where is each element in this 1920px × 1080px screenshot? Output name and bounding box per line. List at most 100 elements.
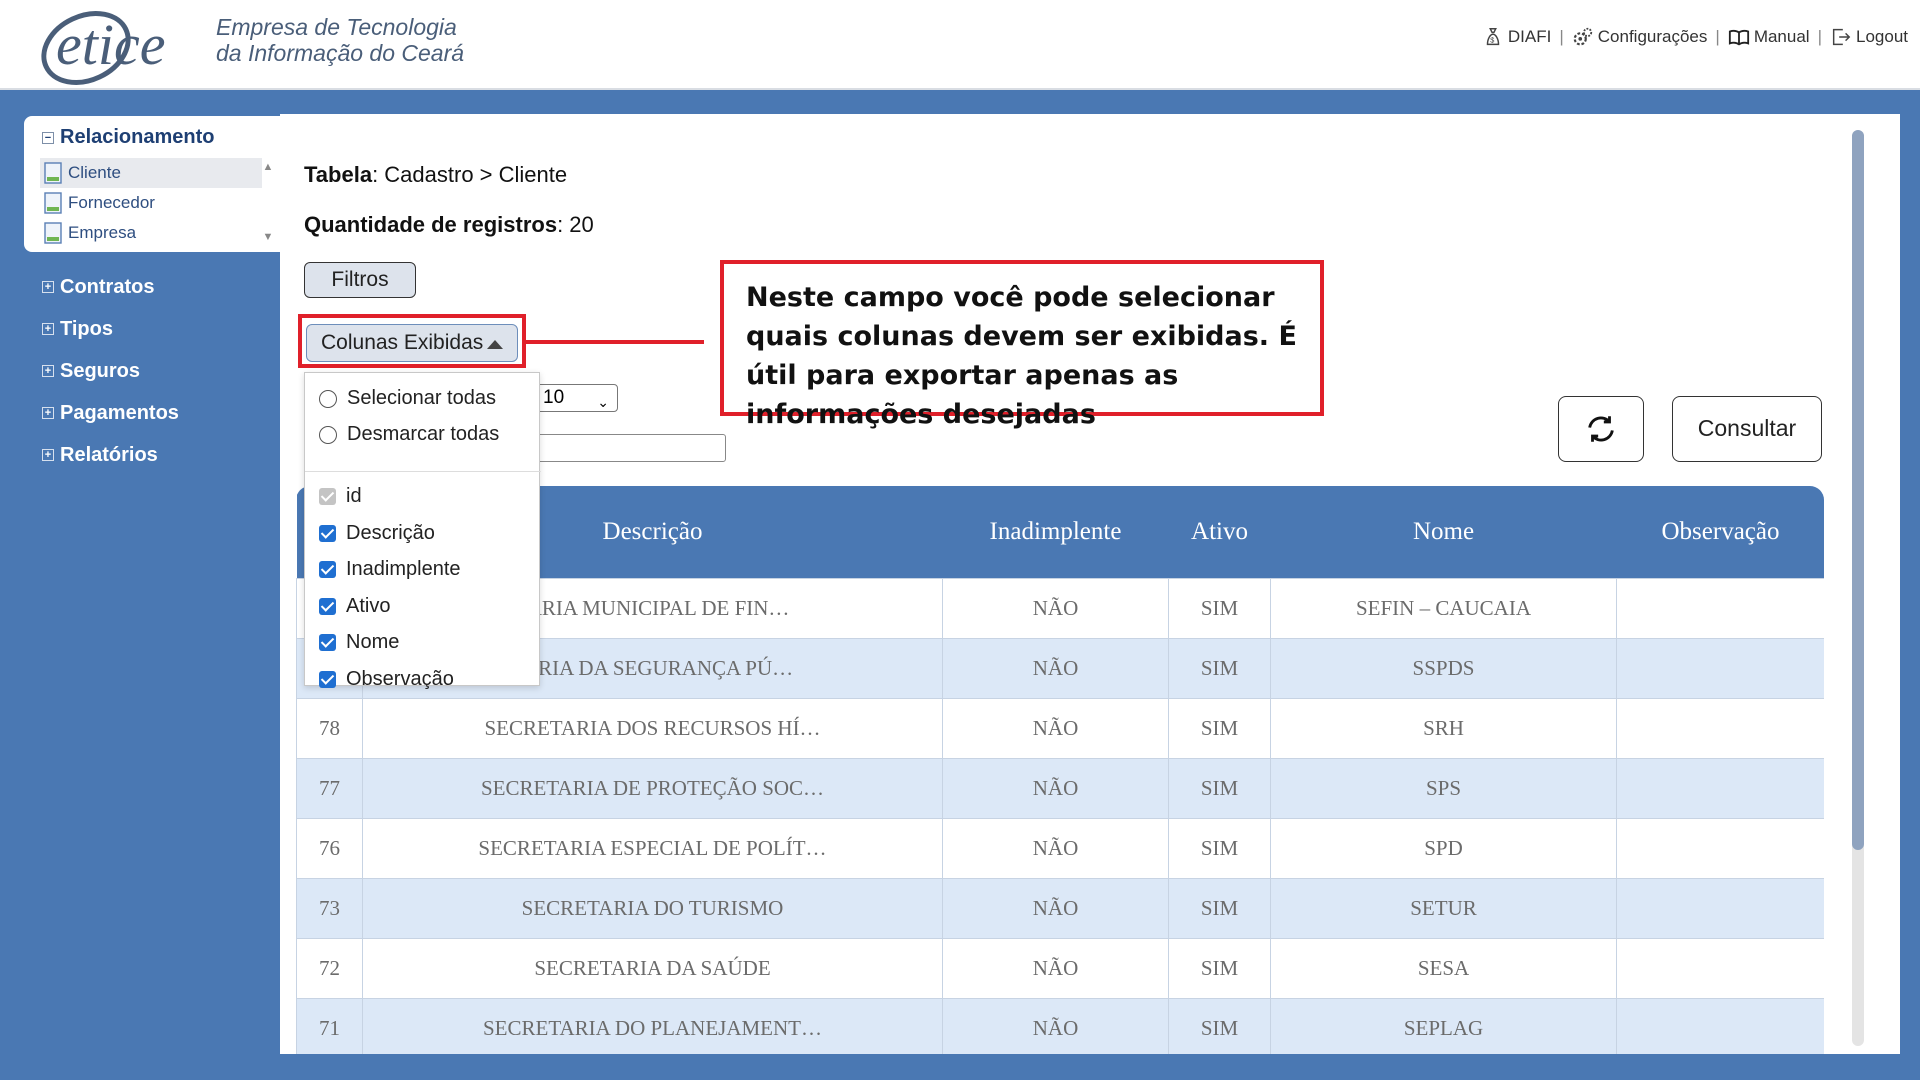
table-row[interactable]: 73 SECRETARIA DO TURISMO NÃO SIM SETUR [296,877,1824,939]
nav-logout-label: Logout [1856,27,1908,46]
cell-descricao: SECRETARIA DA SAÚDE [362,937,943,999]
column-checkbox-descricao[interactable] [319,525,336,542]
cell-descricao: SECRETARIA DO PLANEJAMENT… [362,997,943,1054]
nav-manual[interactable]: Manual [1722,26,1816,48]
expand-icon[interactable]: + [42,365,54,377]
column-option-descricao[interactable]: Descrição [319,522,435,545]
nav-logout[interactable]: Logout [1824,26,1914,48]
cell-descricao: SECRETARIA DE PROTEÇÃO SOC… [362,757,943,819]
select-all-label: Selecionar todas [347,387,496,409]
sidebar-group-title[interactable]: − Relacionamento [42,126,214,149]
header-observacao[interactable]: Observação [1616,486,1824,578]
expand-icon[interactable]: + [42,281,54,293]
deselect-all-option[interactable]: Desmarcar todas [319,423,499,446]
select-all-option[interactable]: Selecionar todas [319,387,496,410]
scroll-down-icon[interactable]: ▼ [260,230,276,244]
page-scrollbar-thumb[interactable] [1852,130,1864,850]
expand-icon[interactable]: + [42,407,54,419]
column-checkbox-ativo[interactable] [319,598,336,615]
table-path: : Cadastro > Cliente [372,162,568,187]
sidebar-item-fornecedor[interactable]: Fornecedor [40,188,262,218]
consult-button[interactable]: Consultar [1672,396,1822,462]
cell-inadimplente: NÃO [942,877,1169,939]
header-inadimplente[interactable]: Inadimplente [942,486,1169,578]
logout-icon [1832,28,1851,46]
chevron-down-icon: ⌄ [597,394,609,410]
document-icon [44,192,62,214]
sidebar-group-relacionamento: − Relacionamento Cliente Fornecedor Empr… [24,116,280,252]
column-option-label: Nome [346,631,400,653]
logo-word: etice [56,12,165,77]
cell-id: 77 [296,757,363,819]
sidebar-item-label: Fornecedor [68,193,155,212]
deselect-all-radio[interactable] [319,425,337,444]
sidebar-item-tipos[interactable]: + Tipos [42,308,179,350]
company-line-1: Empresa de Tecnologia [216,14,457,40]
column-checkbox-id [319,488,336,505]
sidebar-item-cliente[interactable]: Cliente [40,158,262,188]
caret-up-icon [487,340,503,349]
page-size-value: 10 [543,387,565,408]
sidebar-sublist-scrollbar[interactable]: ▲ ▼ [260,160,276,244]
nav-configuracoes[interactable]: Configurações [1566,26,1714,48]
cell-id: 78 [296,697,363,759]
header-nome[interactable]: Nome [1270,486,1617,578]
expand-icon[interactable]: + [42,449,54,461]
cell-descricao: SECRETARIA DOS RECURSOS HÍ… [362,697,943,759]
cell-ativo: SIM [1168,817,1271,879]
company-name: Empresa de Tecnologia da Informação do C… [216,14,464,66]
page-scrollbar[interactable] [1852,130,1864,1046]
app-header: etice Empresa de Tecnologia da Informaçã… [0,0,1920,90]
table-info: Tabela: Cadastro > Cliente [304,162,567,188]
table-row[interactable]: 71 SECRETARIA DO PLANEJAMENT… NÃO SIM SE… [296,997,1824,1054]
column-option-label: Inadimplente [346,558,461,580]
column-checkbox-observacao[interactable] [319,671,336,688]
column-option-inadimplente[interactable]: Inadimplente [319,558,461,581]
filters-button[interactable]: Filtros [304,262,416,298]
cell-nome: SRH [1270,697,1617,759]
cell-nome: SETUR [1270,877,1617,939]
column-option-ativo[interactable]: Ativo [319,595,390,618]
nav-manual-label: Manual [1753,27,1810,46]
column-checkbox-nome[interactable] [319,634,336,651]
table-row[interactable]: 78 SECRETARIA DOS RECURSOS HÍ… NÃO SIM S… [296,697,1824,759]
cell-inadimplente: NÃO [942,757,1169,819]
cell-inadimplente: NÃO [942,997,1169,1054]
scroll-up-icon[interactable]: ▲ [260,160,276,174]
callout-annotation: Neste campo você pode selecionar quais c… [720,260,1324,430]
sidebar-item-pagamentos[interactable]: + Pagamentos [42,392,179,434]
sidebar-item-empresa[interactable]: Empresa [40,218,262,248]
dropdown-divider [305,471,541,472]
table-row[interactable]: 72 SECRETARIA DA SAÚDE NÃO SIM SESA [296,937,1824,999]
table-row[interactable]: 76 SECRETARIA ESPECIAL DE POLÍT… NÃO SIM… [296,817,1824,879]
select-all-radio[interactable] [319,389,337,408]
nav-separator: | [1559,27,1564,46]
table-row[interactable]: 77 SECRETARIA DE PROTEÇÃO SOC… NÃO SIM S… [296,757,1824,819]
expand-icon[interactable]: + [42,323,54,335]
document-icon [44,162,62,184]
search-input[interactable] [536,434,726,462]
column-option-nome[interactable]: Nome [319,631,399,654]
nav-diafi-label: DIAFI [1507,27,1552,46]
sidebar-menu-label: Tipos [60,317,113,340]
refresh-button[interactable] [1558,396,1644,462]
sidebar: − Relacionamento Cliente Fornecedor Empr… [24,116,280,1076]
sidebar-item-relatorios[interactable]: + Relatórios [42,434,179,476]
nav-diafi[interactable]: $ DIAFI [1476,26,1557,48]
nav-separator: | [1715,27,1720,46]
sidebar-item-seguros[interactable]: + Seguros [42,350,179,392]
cell-ativo: SIM [1168,577,1271,639]
cell-observacao [1616,757,1824,819]
page-size-select[interactable]: 10 ⌄ [536,384,618,412]
collapse-icon[interactable]: − [42,131,54,144]
header-ativo[interactable]: Ativo [1168,486,1271,578]
column-option-label: id [346,485,362,507]
cell-id: 73 [296,877,363,939]
column-checkbox-inadimplente[interactable] [319,561,336,578]
columns-shown-button[interactable]: Colunas Exibidas [306,324,518,362]
column-option-observacao[interactable]: Observação [319,668,454,691]
cell-nome: SPS [1270,757,1617,819]
sidebar-item-contratos[interactable]: + Contratos [42,266,179,308]
cell-observacao [1616,637,1824,699]
cell-inadimplente: NÃO [942,817,1169,879]
